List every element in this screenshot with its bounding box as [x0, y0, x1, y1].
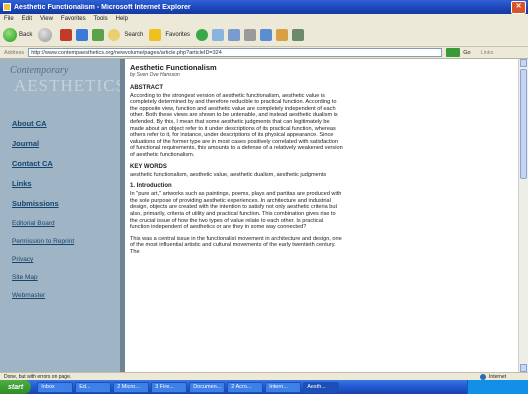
system-tray	[467, 380, 528, 394]
nav-webmaster[interactable]: Webmaster	[12, 292, 74, 299]
page-viewport: Contemporary AESTHETICS About CA Journal…	[0, 59, 518, 372]
nav-permission[interactable]: Permission to Reprint	[12, 238, 74, 245]
close-button[interactable]: ✕	[511, 0, 526, 14]
browser-toolbar: Back Search Favorites	[0, 24, 528, 47]
taskbar-item[interactable]: Aesth...	[303, 381, 340, 393]
nav-contact[interactable]: Contact CA	[12, 159, 74, 168]
menu-favorites[interactable]: Favorites	[61, 16, 86, 22]
search-icon	[108, 29, 121, 41]
taskbar-item[interactable]: 3 Fire...	[151, 381, 188, 393]
forward-arrow-icon	[38, 28, 53, 42]
vertical-scrollbar[interactable]	[518, 59, 528, 372]
site-nav: About CA Journal Contact CA Links Submis…	[12, 119, 74, 310]
security-zone: Internet	[480, 373, 506, 380]
article: Aesthetic Functionalism by Sven Ove Hans…	[130, 63, 344, 260]
taskbar-item[interactable]: Inbox	[37, 381, 74, 393]
back-button[interactable]: Back	[3, 28, 32, 42]
logo-text-top: Contemporary	[10, 65, 69, 76]
start-button[interactable]: start	[0, 380, 32, 394]
scroll-down-icon[interactable]	[520, 364, 527, 372]
nav-submissions[interactable]: Submissions	[12, 199, 74, 208]
window-titlebar: Aesthetic Functionalism - Microsoft Inte…	[0, 0, 528, 14]
media-icon[interactable]	[196, 29, 209, 41]
site-logo[interactable]: Contemporary AESTHETICS	[8, 65, 125, 101]
refresh-icon[interactable]	[76, 29, 89, 41]
nav-about[interactable]: About CA	[12, 119, 74, 128]
article-author: by Sven Ove Hansson	[130, 72, 180, 78]
taskbar-item[interactable]: 2 Micro...	[113, 381, 150, 393]
site-sidebar: Contemporary AESTHETICS About CA Journal…	[0, 59, 125, 372]
menu-bar: File Edit View Favorites Tools Help	[0, 14, 528, 24]
intro-paragraph-2: This was a central issue in the function…	[130, 235, 342, 255]
address-bar: Address http://www.contempaesthetics.org…	[0, 47, 528, 59]
abstract-heading: ABSTRACT	[130, 84, 163, 91]
go-arrow-icon[interactable]	[446, 48, 461, 57]
nav-site-map[interactable]: Site Map	[12, 274, 74, 281]
intro-paragraph-1: In "pure art," artworks such as painting…	[130, 191, 342, 231]
keywords-text: aesthetic functionalism, aesthetic value…	[130, 171, 327, 178]
ie-icon	[3, 3, 11, 11]
scroll-thumb[interactable]	[520, 69, 527, 179]
keywords-heading: KEY WORDS	[130, 163, 167, 170]
nav-links[interactable]: Links	[12, 179, 74, 188]
address-label: Address	[4, 49, 25, 56]
nav-editorial-board[interactable]: Editorial Board	[12, 220, 74, 227]
stop-icon[interactable]	[60, 29, 73, 41]
back-arrow-icon	[3, 28, 17, 42]
address-input[interactable]: http://www.contempaesthetics.org/newvolu…	[28, 48, 443, 57]
home-icon[interactable]	[92, 29, 105, 41]
taskbar-item[interactable]: Documen...	[189, 381, 226, 393]
menu-view[interactable]: View	[40, 16, 53, 22]
taskbar-item[interactable]: 2 Acro...	[227, 381, 264, 393]
forward-button[interactable]	[38, 28, 54, 42]
edit-icon[interactable]	[260, 29, 273, 41]
article-title: Aesthetic Functionalism	[130, 63, 217, 72]
menu-tools[interactable]: Tools	[94, 16, 108, 22]
scroll-up-icon[interactable]	[520, 59, 527, 67]
taskbar-item[interactable]: Intern...	[265, 381, 302, 393]
address-url: http://www.contempaesthetics.org/newvolu…	[31, 49, 222, 56]
menu-file[interactable]: File	[4, 16, 14, 22]
favorites-star-icon	[149, 29, 162, 41]
history-icon[interactable]	[212, 29, 225, 41]
search-button[interactable]: Search	[108, 29, 143, 41]
nav-journal[interactable]: Journal	[12, 139, 74, 148]
taskbar-item[interactable]: Ed...	[75, 381, 112, 393]
logo-text-big: AESTHETICS	[14, 76, 126, 95]
abstract-text: According to the strongest version of ae…	[130, 92, 343, 158]
status-text: Done, but with errors on page.	[4, 373, 72, 380]
research-icon[interactable]	[292, 29, 305, 41]
windows-taskbar: start Inbox Ed... 2 Micro... 3 Fire... D…	[0, 380, 528, 394]
go-label[interactable]: Go	[463, 50, 470, 56]
window-title: Aesthetic Functionalism - Microsoft Inte…	[14, 3, 191, 11]
menu-edit[interactable]: Edit	[22, 16, 32, 22]
status-bar: Done, but with errors on page. Internet	[0, 372, 528, 380]
messenger-icon[interactable]	[276, 29, 289, 41]
intro-heading: 1. Introduction	[130, 183, 172, 190]
nav-privacy[interactable]: Privacy	[12, 256, 74, 263]
globe-icon	[480, 373, 487, 380]
menu-help[interactable]: Help	[116, 16, 128, 22]
mail-icon[interactable]	[228, 29, 241, 41]
favorites-button[interactable]: Favorites	[149, 29, 190, 41]
links-label[interactable]: Links	[481, 50, 494, 56]
article-page: Aesthetic Functionalism by Sven Ove Hans…	[125, 59, 518, 372]
print-icon[interactable]	[244, 29, 257, 41]
